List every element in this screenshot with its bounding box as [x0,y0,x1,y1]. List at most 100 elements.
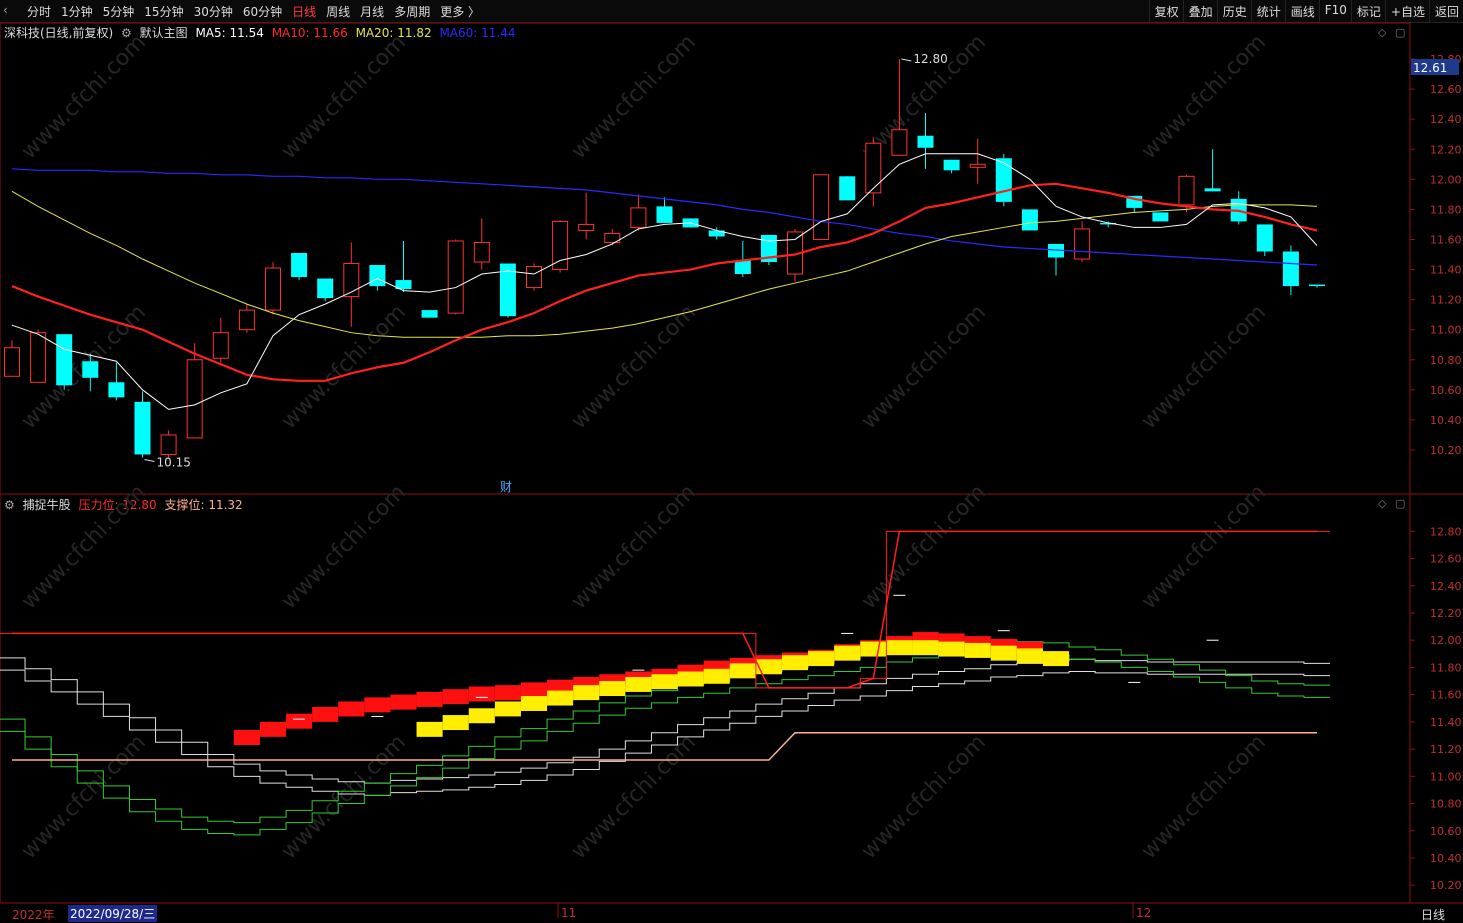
candle-body [212,332,229,359]
yellow-band-block [964,642,991,658]
candle-body [865,142,882,194]
yellow-band-block [677,671,704,687]
yellow-band-block [834,645,861,661]
candle-body [421,310,438,318]
year-label: 2022年 [12,908,55,922]
yellow-band-block [1016,648,1043,664]
candle-body [943,159,960,171]
candle-body [969,163,986,168]
red-band-block [442,689,469,705]
candle-body [813,174,830,240]
yellow-band-block [938,641,965,657]
candle-body [447,240,464,314]
candle-body [1204,188,1221,192]
candle-body [473,241,490,263]
axis-tick-label: 10.40 [1430,414,1462,427]
yellow-band-block [703,668,730,684]
candle-body [1256,224,1273,252]
yellow-band-block [520,696,548,711]
watermark-text: www.cfchi.com [17,30,151,164]
watermark-text: www.cfchi.com [277,480,411,614]
chart-canvas[interactable]: ◇ ▢◇ ▢ www.cfchi.com www.cfchi.com www.cfchi… [0,0,1463,922]
diamond-icon: ◇ [1378,26,1387,39]
red-band-block [259,721,287,737]
red-band-block [468,686,495,702]
watermark-text: www.cfchi.com [1137,480,1271,614]
axis-tick-label: 12.80 [1430,525,1462,538]
watermark-text: www.cfchi.com [857,480,991,614]
chart-frame: ◇ ▢ ◇ ▢ [0,22,1463,918]
axis-tick-label: 12.20 [1430,607,1462,620]
axis-tick-label: 11.00 [1430,324,1462,337]
diamond-icon: ◇ [1378,497,1387,510]
axis-tick-label: 12.40 [1430,580,1462,593]
axis-tick-label: 10.60 [1430,825,1462,838]
yellow-band-block [886,640,913,656]
candle-body [995,158,1012,202]
candle-body [1021,209,1038,231]
red-band-block [233,730,260,746]
red-band-block [520,682,548,698]
watermark-text: www.cfchi.com [277,730,411,864]
low-price-label: 10.15 [157,455,191,469]
yellow-band-block [990,645,1017,661]
candle-body [4,347,20,377]
yellow-band-block [808,651,835,667]
yellow-band-block [781,655,809,671]
candle-body [1309,284,1325,287]
maximize-icon: ▢ [1395,26,1405,39]
main-chart [4,58,1325,462]
period-label[interactable]: 日线 [1421,906,1445,923]
time-axis: 2022年 2022/09/28/三 11 12 日线 [0,904,1463,922]
axis-tick-label: 11.00 [1430,770,1462,783]
candle-body [317,278,334,299]
yellow-band-block [547,690,574,706]
axis-tick-label: 12.60 [1430,83,1462,96]
candle-body [82,361,99,378]
red-band-block [312,706,339,722]
axis-tick-label: 10.20 [1430,879,1462,892]
watermark-layer: www.cfchi.com www.cfchi.com www.cfchi.com w… [17,30,1271,864]
red-band-block [338,701,365,717]
yellow-band-block [755,659,782,675]
axis-tick-label: 11.40 [1430,264,1462,277]
candle-body [265,267,281,311]
watermark-text: www.cfchi.com [567,300,701,434]
yellow-band-block [494,701,521,717]
candle-body [238,309,255,331]
yellow-band-block [729,663,756,679]
sub-chart [0,530,1331,836]
candle-body [839,176,856,201]
watermark-text: www.cfchi.com [1137,730,1271,864]
candle-body [30,332,47,383]
yellow-band-block [573,685,600,701]
yellow-band-block [468,708,495,724]
axis-tick-label: 12.00 [1430,173,1462,186]
axis-tick-label: 11.40 [1430,716,1462,729]
date-label: 2022/09/28/三 [68,905,158,922]
candle-body [369,265,386,287]
watermark-text: www.cfchi.com [1137,300,1271,434]
candle-body [1282,251,1299,287]
red-band-block [286,713,313,729]
candle-body [1178,175,1195,206]
watermark-text: www.cfchi.com [17,730,151,864]
candle-body [56,334,73,386]
axis-tick-label: 12.60 [1430,553,1462,566]
axis-tick-label: 11.20 [1430,294,1462,307]
watermark-text: www.cfchi.com [567,30,701,164]
yellow-band-block [651,674,678,690]
candle-body [108,382,125,398]
yellow-band-block [912,640,939,656]
yellow-band-block [1042,651,1070,667]
red-band-block [390,694,417,710]
axis-tick-label: 12.00 [1430,634,1462,647]
red-band-block [416,691,443,707]
axis-tick-label: 10.60 [1430,384,1462,397]
candle-body [552,220,569,271]
axis-tick-label: 11.60 [1430,233,1462,246]
watermark-text: www.cfchi.com [567,730,701,864]
yellow-band-block [625,676,652,692]
yellow-band-block [442,715,469,731]
maximize-icon: ▢ [1395,497,1405,510]
